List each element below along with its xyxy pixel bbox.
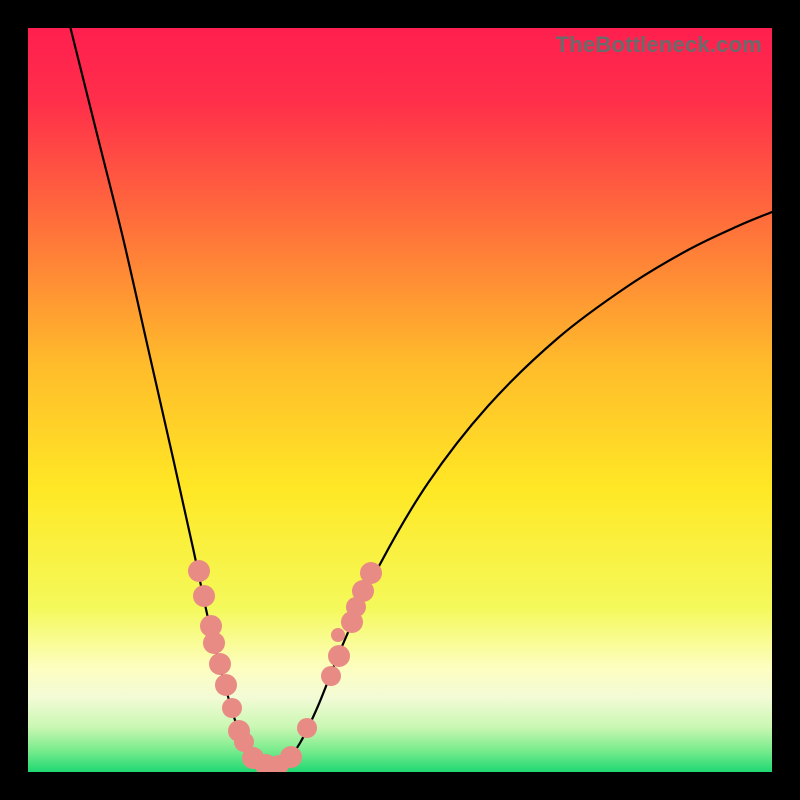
data-dot bbox=[193, 585, 215, 607]
data-dot bbox=[222, 698, 242, 718]
data-dot bbox=[203, 632, 225, 654]
data-dot bbox=[209, 653, 231, 675]
data-dot bbox=[280, 746, 302, 768]
chart-stage: TheBottleneck.com bbox=[0, 0, 800, 800]
data-dot bbox=[321, 666, 341, 686]
data-dot bbox=[331, 628, 345, 642]
data-dot bbox=[215, 674, 237, 696]
right-curve bbox=[273, 212, 772, 766]
curve-layer bbox=[28, 28, 772, 772]
data-dot bbox=[297, 718, 317, 738]
data-dot bbox=[360, 562, 382, 584]
plot-area: TheBottleneck.com bbox=[28, 28, 772, 772]
data-dot bbox=[188, 560, 210, 582]
data-dot bbox=[328, 645, 350, 667]
left-curve bbox=[63, 28, 273, 766]
